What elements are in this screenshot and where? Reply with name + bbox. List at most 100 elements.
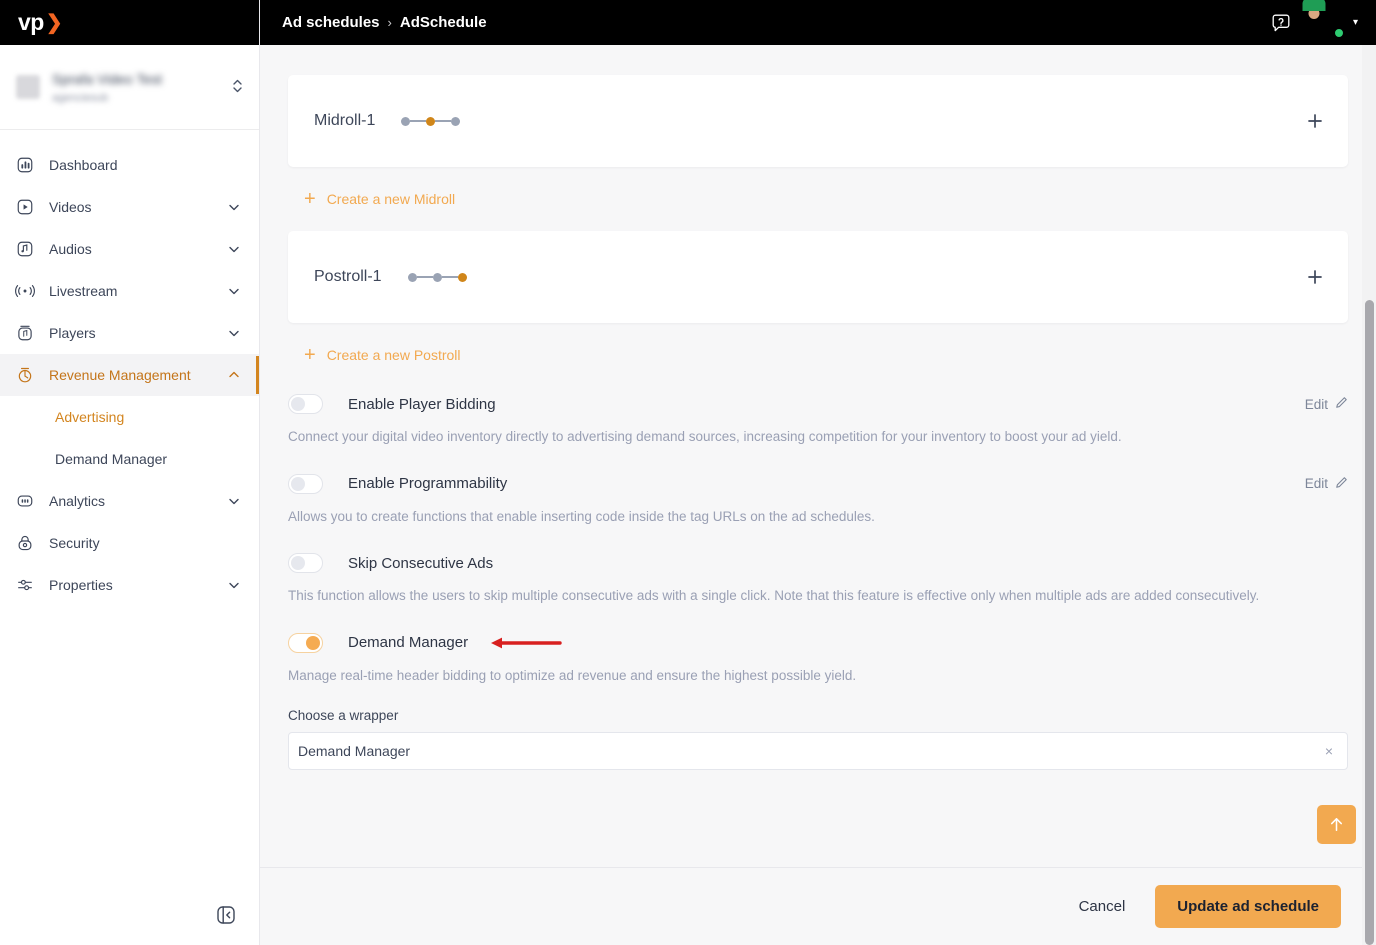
sidebar-subitem-demand-manager[interactable]: Demand Manager	[0, 438, 259, 480]
position-dot	[407, 272, 417, 282]
sliders-icon	[14, 574, 36, 596]
edit-label: Edit	[1304, 476, 1328, 492]
sidebar-item-label: Analytics	[49, 493, 106, 509]
chevron-down-icon	[227, 326, 241, 340]
dashboard-icon	[14, 154, 36, 176]
logo-chevron-icon: ❯	[45, 12, 63, 34]
panel-collapse-icon[interactable]	[215, 904, 237, 926]
content-inner: Midroll-1 + Create a new Midroll Postrol…	[288, 45, 1348, 770]
toggle-enable-programmability[interactable]	[288, 473, 323, 494]
sidebar-item-dashboard[interactable]: Dashboard	[0, 144, 259, 186]
create-new-postroll-link[interactable]: + Create a new Postroll	[288, 323, 1348, 387]
help-bubble-icon[interactable]	[1270, 12, 1292, 34]
sidebar-item-label: Properties	[49, 577, 113, 593]
sidebar-nav: Dashboard Videos Audios Livestream Playe…	[0, 130, 259, 885]
update-ad-schedule-button[interactable]: Update ad schedule	[1155, 885, 1341, 928]
sidebar-item-label: Dashboard	[49, 157, 118, 173]
sidebar-item-analytics[interactable]: Analytics	[0, 480, 259, 522]
toggle-knob	[291, 556, 305, 571]
breadcrumb-current: AdSchedule	[399, 14, 487, 31]
revenue-icon	[14, 364, 36, 386]
livestream-icon	[14, 280, 36, 302]
account-text: Sprafa Video Test agenciesub	[52, 71, 220, 104]
roll-position-indicator	[401, 116, 461, 126]
cancel-button[interactable]: Cancel	[1079, 898, 1126, 915]
sidebar-item-security[interactable]: Security	[0, 522, 259, 564]
setting-skip-consecutive-ads: Skip Consecutive Ads This function allow…	[288, 546, 1348, 606]
setting-description: Manage real-time header bidding to optim…	[288, 667, 857, 683]
setting-description: Connect your digital video inventory dir…	[288, 429, 1122, 444]
audio-icon	[14, 238, 36, 260]
sidebar-item-label: Revenue Management	[49, 367, 191, 383]
position-dot	[451, 116, 461, 126]
toggle-knob	[291, 397, 305, 411]
wrapper-field-label: Choose a wrapper	[288, 707, 399, 723]
sidebar-item-videos[interactable]: Videos	[0, 186, 259, 228]
edit-programmability-link[interactable]: Edit	[1305, 476, 1348, 492]
setting-description: Allows you to create functions that enab…	[288, 508, 875, 524]
toggle-row: Enable Programmability	[288, 467, 507, 501]
chevron-updown-icon	[232, 78, 243, 96]
clear-selection-icon[interactable]: ×	[1321, 743, 1337, 759]
setting-label: Enable Programmability	[348, 475, 508, 493]
page-scrollbar-track[interactable]	[1362, 45, 1376, 945]
toggle-demand-manager[interactable]	[288, 632, 323, 653]
plus-icon[interactable]	[1306, 268, 1324, 286]
position-line	[416, 276, 433, 278]
roll-name: Midroll-1	[314, 112, 376, 129]
toggle-knob	[291, 476, 305, 491]
online-status-dot	[1332, 26, 1345, 39]
pencil-icon	[1335, 396, 1348, 412]
analytics-icon	[14, 490, 36, 512]
video-icon	[14, 196, 36, 218]
sidebar-subitem-advertising[interactable]: Advertising	[0, 396, 259, 438]
setting-header: Enable Programmability Edit	[288, 467, 1348, 501]
breadcrumb-parent[interactable]: Ad schedules	[282, 14, 380, 31]
sidebar-item-audios[interactable]: Audios	[0, 228, 259, 270]
scroll-to-top-button[interactable]	[1317, 805, 1356, 844]
sidebar-item-revenue-management[interactable]: Revenue Management	[0, 354, 259, 396]
content-scroll-area: Midroll-1 + Create a new Midroll Postrol…	[260, 45, 1376, 867]
create-new-midroll-link[interactable]: + Create a new Midroll	[288, 167, 1348, 231]
position-dot-active	[426, 116, 436, 126]
chevron-down-icon	[227, 242, 241, 256]
brand-logo[interactable]: vp ❯	[0, 0, 259, 45]
sidebar-item-livestream[interactable]: Livestream	[0, 270, 259, 312]
toggle-enable-player-bidding[interactable]	[288, 394, 323, 414]
sidebar-item-label: Players	[49, 325, 96, 341]
sidebar-subitem-label: Demand Manager	[55, 451, 168, 467]
page-scrollbar-thumb[interactable]	[1365, 300, 1374, 945]
toggle-row: Demand Manager	[288, 626, 562, 660]
sidebar-collapse-area	[0, 885, 259, 945]
chevron-down-icon	[227, 200, 241, 214]
main-area: Ad schedules › AdSchedule ▾ Midroll-1 + …	[260, 0, 1376, 945]
setting-label: Skip Consecutive Ads	[348, 554, 494, 572]
toggle-skip-consecutive-ads[interactable]	[288, 553, 323, 574]
sidebar-subitem-label: Advertising	[55, 409, 125, 425]
roll-position-indicator	[407, 272, 467, 282]
wrapper-select-row: Demand Manager ×	[288, 731, 1348, 770]
top-bar: Ad schedules › AdSchedule ▾	[260, 0, 1376, 45]
avatar[interactable]	[1314, 8, 1345, 39]
toggle-row: Skip Consecutive Ads	[288, 546, 493, 580]
position-line	[410, 120, 427, 122]
sidebar-item-players[interactable]: Players	[0, 312, 259, 354]
sidebar-item-label: Security	[49, 535, 100, 551]
red-arrow-pointing-left-icon	[490, 635, 562, 651]
plus-icon[interactable]	[1306, 112, 1324, 130]
wrapper-selected-value: Demand Manager	[298, 742, 411, 759]
account-subtitle: agenciesub	[52, 91, 109, 104]
wrapper-select[interactable]: Demand Manager ×	[288, 731, 1348, 770]
toggle-knob	[306, 635, 320, 650]
sidebar-item-label: Livestream	[49, 283, 118, 299]
setting-label: Enable Player Bidding	[348, 395, 496, 413]
setting-enable-programmability: Enable Programmability Edit Allows you t…	[288, 467, 1348, 527]
setting-description: This function allows the users to skip m…	[288, 588, 1260, 604]
chevron-down-icon[interactable]: ▾	[1353, 17, 1358, 28]
account-switcher[interactable]: Sprafa Video Test agenciesub	[0, 45, 259, 130]
sidebar: vp ❯ Sprafa Video Test agenciesub Dashbo…	[0, 0, 260, 945]
roll-card-midroll[interactable]: Midroll-1	[288, 75, 1348, 167]
sidebar-item-properties[interactable]: Properties	[0, 564, 259, 606]
edit-player-bidding-link[interactable]: Edit	[1305, 396, 1348, 412]
roll-card-postroll[interactable]: Postroll-1	[288, 231, 1348, 323]
